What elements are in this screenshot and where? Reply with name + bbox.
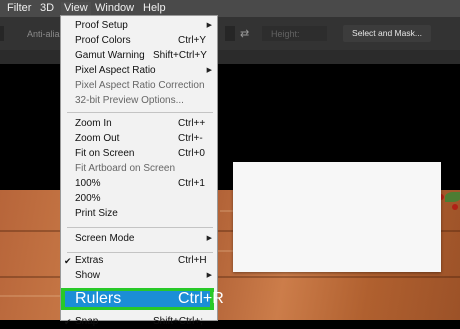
menu-filter[interactable]: Filter <box>4 2 34 15</box>
menu-item-label: 100% <box>75 178 101 189</box>
menu-3d[interactable]: 3D <box>37 2 57 15</box>
menu-separator <box>67 252 213 253</box>
menu-item-fit-on-screen[interactable]: Fit on Screen Ctrl+0 <box>61 147 217 161</box>
menu-item-print-size[interactable]: Print Size <box>61 207 217 221</box>
berry-image <box>452 204 458 210</box>
menu-item-shortcut: Ctrl+Y <box>178 35 207 46</box>
annotation-highlight-box: Rulers Ctrl+R <box>61 288 224 310</box>
menu-item-rulers[interactable]: Rulers Ctrl+R <box>65 291 224 307</box>
menu-item-label: Fit Artboard on Screen <box>75 163 176 174</box>
menu-item-shortcut: Ctrl+0 <box>178 148 205 159</box>
menu-item-proof-colors[interactable]: Proof Colors Ctrl+Y <box>61 34 217 48</box>
checkmark-icon: ✔ <box>64 317 72 327</box>
menu-item-label: Extras <box>75 255 104 266</box>
submenu-arrow-icon: ▶ <box>206 22 212 29</box>
menu-item-label: Snap <box>75 316 99 327</box>
menu-item-label: Fit on Screen <box>75 148 135 159</box>
menu-item-pixel-aspect-ratio[interactable]: Pixel Aspect Ratio ▶ <box>61 64 217 78</box>
menu-item-shortcut: Shift+Ctrl+Y <box>153 50 207 61</box>
menu-item-label: Rulers <box>75 290 122 307</box>
menu-item-shortcut: Shift+Ctrl+; <box>153 316 204 327</box>
menu-item-fit-artboard-on-screen: Fit Artboard on Screen <box>61 162 217 176</box>
menu-item-gamut-warning[interactable]: Gamut Warning Shift+Ctrl+Y <box>61 49 217 63</box>
menu-help[interactable]: Help <box>140 2 169 15</box>
menu-item-label: Pixel Aspect Ratio <box>75 65 156 76</box>
menu-item-shortcut: Ctrl+- <box>178 133 203 144</box>
menu-item-shortcut: Ctrl+1 <box>178 178 205 189</box>
menu-item-label: 200% <box>75 193 101 204</box>
submenu-arrow-icon: ▶ <box>206 235 212 242</box>
menu-item-label: Zoom Out <box>75 133 120 144</box>
menu-item-label: Pixel Aspect Ratio Correction <box>75 80 205 91</box>
view-menu-dropdown: Proof Setup ▶ Proof Colors Ctrl+Y Gamut … <box>60 15 218 327</box>
submenu-arrow-icon: ▶ <box>206 272 212 279</box>
menu-item-label: Screen Mode <box>75 233 135 244</box>
menu-item-show[interactable]: Show ▶ <box>61 269 217 283</box>
menu-item-100-percent[interactable]: 100% Ctrl+1 <box>61 177 217 191</box>
menu-item-pixel-aspect-ratio-correction: Pixel Aspect Ratio Correction <box>61 79 217 93</box>
menu-item-32bit-preview-options: 32-bit Preview Options... <box>61 94 217 108</box>
menu-item-label: Proof Colors <box>75 35 131 46</box>
menu-window[interactable]: Window <box>92 2 137 15</box>
leaf-image <box>445 192 460 202</box>
checkmark-icon: ✔ <box>64 256 72 266</box>
menu-separator <box>67 112 213 113</box>
submenu-arrow-icon: ▶ <box>206 67 212 74</box>
height-field[interactable] <box>262 26 327 41</box>
menu-item-label: Zoom In <box>75 118 112 129</box>
menu-separator <box>67 227 213 228</box>
anti-alias-label[interactable]: Anti-alias <box>27 29 64 39</box>
options-left-field[interactable] <box>0 26 4 41</box>
white-card-image <box>233 162 441 272</box>
menu-item-label: Gamut Warning <box>75 50 145 61</box>
menu-item-label: Show <box>75 270 101 281</box>
menu-item-label: 32-bit Preview Options... <box>75 95 184 106</box>
menu-item-rulers-row: Rulers Ctrl+R <box>61 290 224 307</box>
menu-item-zoom-in[interactable]: Zoom In Ctrl++ <box>61 117 217 131</box>
menu-item-200-percent[interactable]: 200% <box>61 192 217 206</box>
menu-item-label: Print Size <box>75 208 118 219</box>
menu-item-shortcut: Ctrl++ <box>178 118 206 129</box>
menu-view[interactable]: View <box>61 2 91 15</box>
menu-item-shortcut: Ctrl+H <box>178 255 207 266</box>
menu-item-zoom-out[interactable]: Zoom Out Ctrl+- <box>61 132 217 146</box>
menu-item-snap[interactable]: ✔ Snap Shift+Ctrl+; <box>61 315 217 329</box>
wood-grain <box>0 295 60 297</box>
menu-item-extras[interactable]: ✔ Extras Ctrl+H <box>61 254 217 268</box>
menu-item-proof-setup[interactable]: Proof Setup ▶ <box>61 19 217 33</box>
menu-item-label: Proof Setup <box>75 20 128 31</box>
menu-item-shortcut: Ctrl+R <box>178 290 224 307</box>
swap-icon[interactable]: ⇄ <box>240 27 249 40</box>
menu-item-screen-mode[interactable]: Screen Mode ▶ <box>61 232 217 246</box>
select-and-mask-button[interactable]: Select and Mask... <box>343 25 431 42</box>
width-field[interactable] <box>225 26 235 41</box>
